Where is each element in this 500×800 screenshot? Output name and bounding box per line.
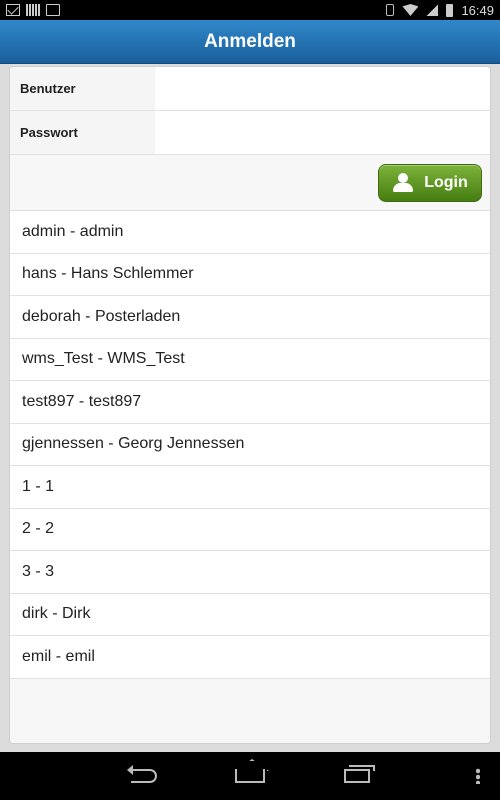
- status-bar: 16:49: [0, 0, 500, 20]
- login-button[interactable]: Login: [378, 163, 482, 202]
- login-button-label: Login: [424, 173, 468, 191]
- notification-icons: [6, 4, 60, 16]
- username-label: Benutzer: [10, 67, 155, 110]
- username-input[interactable]: [155, 67, 490, 110]
- list-item[interactable]: wms_Test - WMS_Test: [10, 338, 490, 381]
- menu-icon: [476, 768, 480, 784]
- list-item[interactable]: 1 - 1: [10, 466, 490, 509]
- mail-icon: [6, 4, 20, 16]
- list-item[interactable]: emil - emil: [10, 636, 490, 679]
- login-row: Login: [10, 155, 490, 211]
- signal-icon: [426, 4, 439, 16]
- user-list: admin - admin hans - Hans Schlemmer debo…: [10, 211, 490, 679]
- page-title: Anmelden: [204, 30, 296, 52]
- bluetooth-icon: [386, 4, 395, 16]
- list-item[interactable]: deborah - Posterladen: [10, 296, 490, 339]
- password-row: Passwort: [10, 111, 490, 155]
- recent-apps-button[interactable]: [339, 764, 375, 788]
- barcode-icon: [26, 4, 40, 16]
- list-item[interactable]: hans - Hans Schlemmer: [10, 253, 490, 296]
- battery-icon: [446, 3, 454, 17]
- recent-apps-icon: [344, 765, 375, 783]
- list-item[interactable]: dirk - Dirk: [10, 593, 490, 636]
- back-icon: [127, 765, 157, 783]
- menu-button[interactable]: [460, 764, 496, 788]
- wifi-icon: [402, 4, 419, 16]
- username-row: Benutzer: [10, 67, 490, 111]
- list-item[interactable]: 2 - 2: [10, 508, 490, 551]
- list-item[interactable]: gjennessen - Georg Jennessen: [10, 423, 490, 466]
- list-item[interactable]: 3 - 3: [10, 551, 490, 594]
- back-button[interactable]: [126, 764, 162, 788]
- title-bar: Anmelden: [0, 20, 500, 64]
- login-panel: Benutzer Passwort Login admin - admin ha…: [9, 66, 491, 744]
- list-item[interactable]: test897 - test897: [10, 381, 490, 424]
- user-icon: [392, 172, 414, 193]
- home-icon: [235, 769, 265, 783]
- password-input[interactable]: [155, 111, 490, 154]
- clock: 16:49: [461, 2, 494, 18]
- home-button[interactable]: [232, 764, 268, 788]
- clipboard-check-icon: [46, 4, 60, 16]
- password-label: Passwort: [10, 111, 155, 154]
- navigation-bar: [0, 752, 500, 800]
- list-item[interactable]: admin - admin: [10, 211, 490, 254]
- system-icons: 16:49: [386, 3, 494, 18]
